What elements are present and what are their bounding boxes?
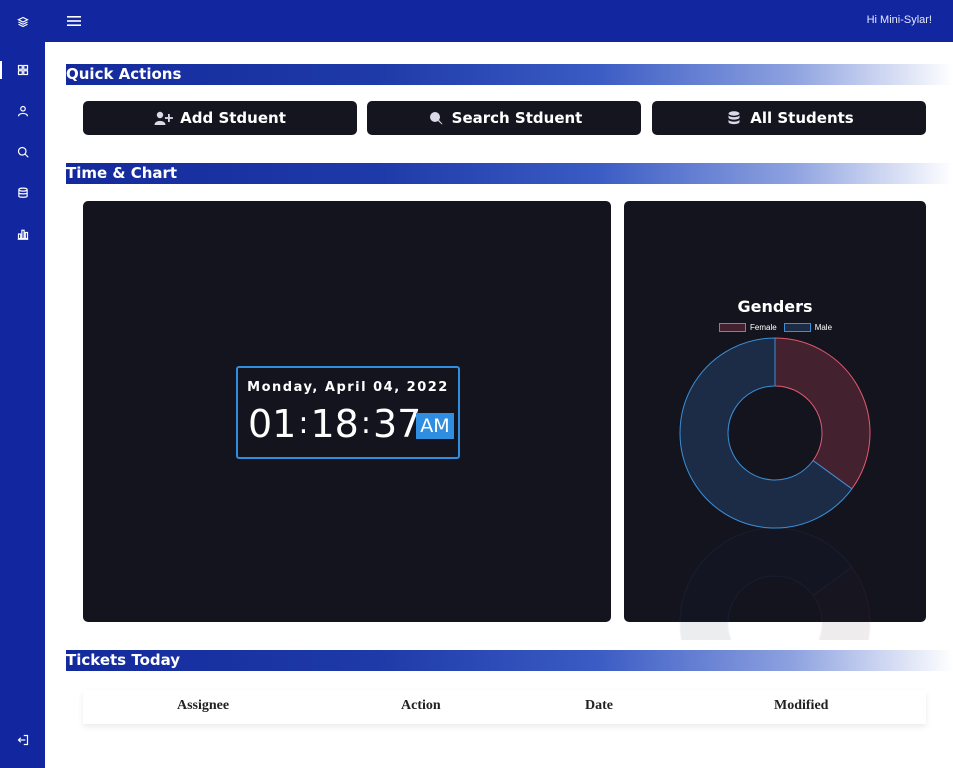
column-header-modified[interactable]: Modified xyxy=(774,698,828,714)
section-title: Tickets Today xyxy=(66,651,181,669)
database-icon[interactable] xyxy=(0,182,45,204)
database-icon xyxy=(724,110,744,126)
clock-separator: : xyxy=(298,406,309,441)
column-header-assignee[interactable]: Assignee xyxy=(177,698,229,714)
clock-ampm-badge: AM xyxy=(416,413,454,439)
bar-chart-icon[interactable] xyxy=(0,223,45,245)
sidebar xyxy=(0,0,45,768)
clock-minutes: 18 xyxy=(310,402,359,446)
donut-slice-female[interactable] xyxy=(774,337,871,490)
add-user-icon xyxy=(154,110,174,126)
user-icon[interactable] xyxy=(0,100,45,122)
section-title: Quick Actions xyxy=(66,65,182,83)
add-student-button[interactable]: Add Stduent xyxy=(83,101,357,135)
clock-seconds: 37 xyxy=(372,402,422,446)
search-student-label: Search Stduent xyxy=(451,109,583,127)
clock-separator: : xyxy=(360,406,371,441)
button-reflection: Add Stduent xyxy=(83,135,357,151)
donut-reflection xyxy=(679,527,871,640)
hamburger-menu-icon[interactable] xyxy=(67,14,81,26)
quick-actions-header: Quick Actions xyxy=(66,64,953,85)
clock-reflection: Monday, April 04, 2022 01:18:37 AM xyxy=(236,461,460,541)
column-header-date[interactable]: Date xyxy=(585,698,613,714)
logout-icon[interactable] xyxy=(0,729,45,751)
gender-donut-chart xyxy=(679,337,871,640)
search-icon xyxy=(426,110,446,126)
dashboard-grid-icon[interactable] xyxy=(0,59,45,81)
button-reflection: All Students xyxy=(652,135,926,151)
clock-hours: 01 xyxy=(248,402,297,446)
top-bar: Hi Mini-Sylar! xyxy=(45,0,953,42)
clock-date: Monday, April 04, 2022 xyxy=(247,380,449,395)
user-greeting[interactable]: Hi Mini-Sylar! xyxy=(867,14,932,26)
search-icon[interactable] xyxy=(0,141,45,163)
tickets-table: Assignee Action Date Modified xyxy=(83,690,926,724)
add-student-label: Add Stduent xyxy=(180,109,286,127)
digital-clock: Monday, April 04, 2022 01:18:37 AM xyxy=(236,366,460,459)
chart-title: Genders xyxy=(737,297,813,316)
column-header-action[interactable]: Action xyxy=(401,698,441,714)
button-reflection: Search Stduent xyxy=(367,135,641,151)
clock-time: 01:18:37 xyxy=(248,402,421,446)
time-chart-header: Time & Chart xyxy=(66,163,953,184)
all-students-button[interactable]: All Students xyxy=(652,101,926,135)
layers-icon[interactable] xyxy=(0,11,45,33)
search-student-button[interactable]: Search Stduent xyxy=(367,101,641,135)
tickets-today-header: Tickets Today xyxy=(66,650,953,671)
section-title: Time & Chart xyxy=(66,164,178,182)
all-students-label: All Students xyxy=(750,109,854,127)
